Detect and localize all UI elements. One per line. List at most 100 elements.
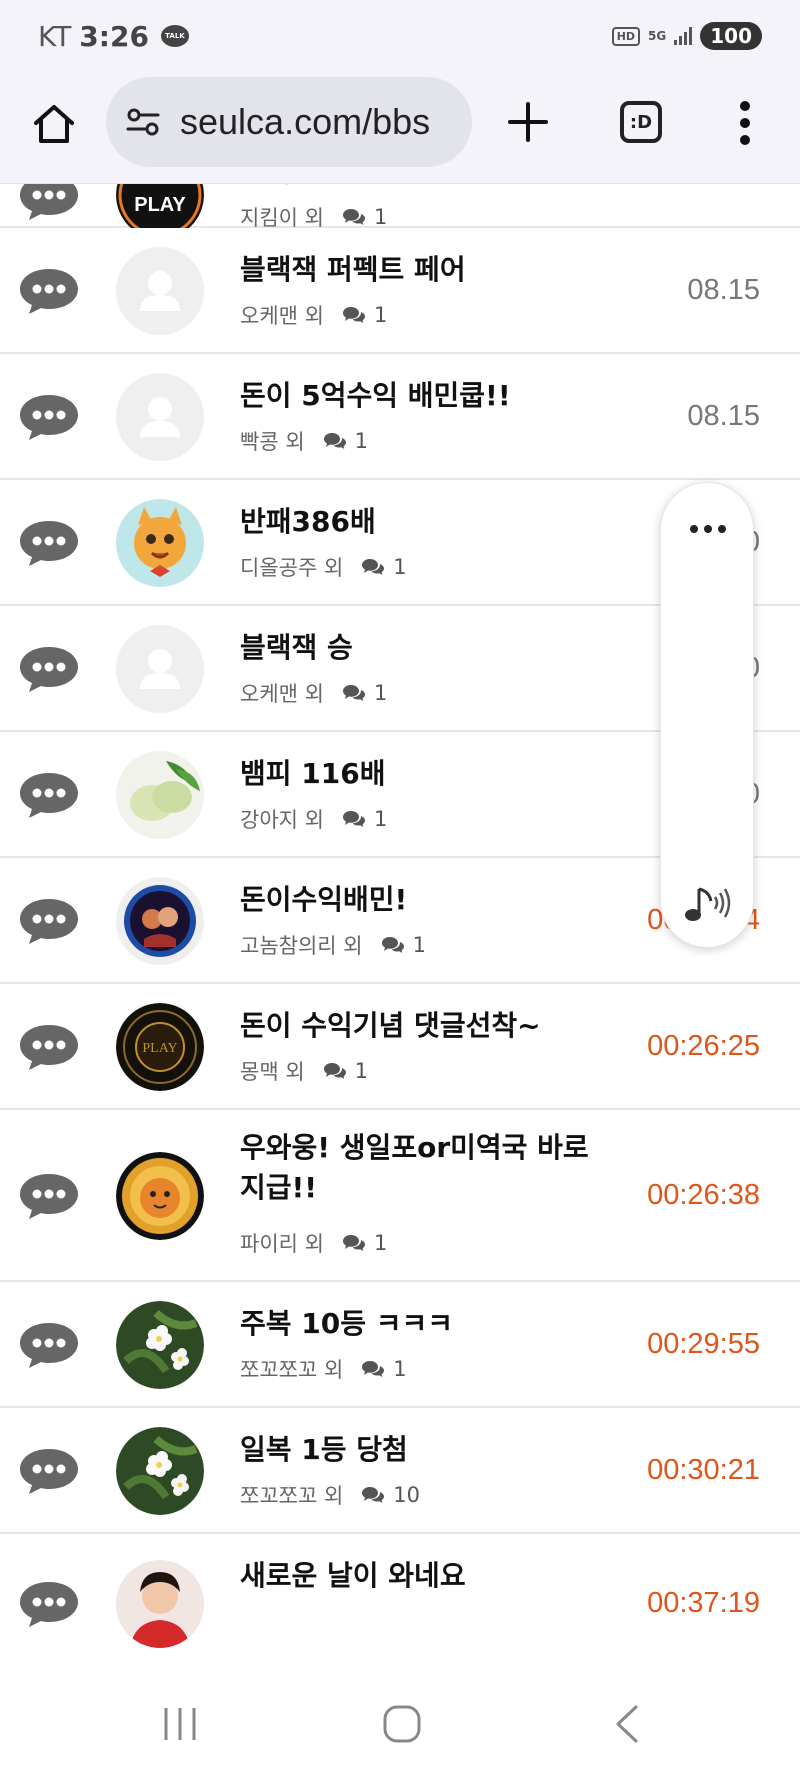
more-vert-icon[interactable] [735,100,755,146]
post-row[interactable]: 일복 1등 당첨쪼꼬쪼꼬 외 10 00:30:21 [0,1408,800,1534]
recent-apps-icon[interactable] [160,1706,200,1742]
comments-icon [323,431,347,451]
comment-count: 1 [354,1059,369,1083]
status-left: KT 3:26 TALK [38,20,189,53]
post-meta: 빡콩 외 1 [240,426,368,456]
avatar[interactable] [116,373,204,461]
post-row[interactable]: 돈이 5억수익 배민쿱!! 빡콩 외 1 08.15 [0,354,800,480]
comment-count: 1 [373,303,388,327]
post-title[interactable]: 돈이 5억수익 배민쿱!! [240,376,610,416]
new-tab-icon[interactable] [505,99,551,145]
post-row[interactable]: PLAY어서와☆지킴이 외108.15 [0,184,800,239]
post-title[interactable]: 돈이수익배민! [240,880,610,920]
post-title[interactable]: 반패386배 [240,502,610,542]
back-icon[interactable] [612,1704,642,1744]
comments-icon [342,809,366,829]
comments-icon [342,207,366,227]
avatar[interactable] [116,751,204,839]
url-text[interactable]: seulca.com/bbs [180,101,430,143]
clock: 3:26 [79,19,149,53]
post-title[interactable]: 우와웅! 생일포or미역국 바로 지급!! [240,1128,610,1208]
author-name: 강아지 외 [240,808,324,832]
tab-switcher-button[interactable]: :D [620,101,662,143]
avatar[interactable] [116,877,204,965]
post-title[interactable]: 블랙잭 승 [240,628,610,668]
comment-count: 1 [373,205,388,229]
post-meta: 오케맨 외 1 [240,678,387,708]
address-bar[interactable]: seulca.com/bbs [106,77,472,167]
comment-bubble-icon [17,896,81,946]
post-time: 00:26:25 [647,1030,760,1062]
post-time: 08.15 [687,184,760,187]
post-title[interactable]: 새로운 날이 와네요 [240,1556,610,1596]
site-settings-icon[interactable] [124,103,162,141]
comment-bubble-icon [17,184,81,222]
post-row[interactable]: 주복 10등 ㅋㅋㅋ 쪼꼬쪼꼬 외 1 00:29:55 [0,1282,800,1408]
home-icon[interactable] [32,102,76,146]
post-row[interactable]: 새로운 날이 와네요 00:37:19 [0,1534,800,1670]
comment-count: 1 [373,807,388,831]
svg-text:PLAY: PLAY [134,194,186,216]
post-row[interactable]: PLAY 돈이 수익기념 댓글선착~ 몽맥 외 1 00:26:25 [0,984,800,1110]
post-meta: 쪼꼬쪼꼬 외 10 [240,1480,420,1510]
author-name: 몽맥 외 [240,1060,305,1084]
comment-count: 1 [373,681,388,705]
comment-bubble-icon [17,266,81,316]
comment-bubble-icon [17,1579,81,1629]
system-navigation-bar [0,1670,800,1778]
author-name: 쪼꼬쪼꼬 외 [240,1484,344,1508]
avatar[interactable] [116,499,204,587]
author-name: 고놈참의리 외 [240,934,363,958]
comment-bubble-icon [17,770,81,820]
post-row[interactable]: 우와웅! 생일포or미역국 바로 지급!! 파이리 외 1 00:26:38 [0,1110,800,1282]
comments-icon [361,1359,385,1379]
avatar[interactable] [116,247,204,335]
post-title[interactable]: 돈이 수익기념 댓글선착~ [240,1006,610,1046]
post-title[interactable]: 주복 10등 ㅋㅋㅋ [240,1304,610,1344]
signal-strength-icon [674,27,693,45]
post-row[interactable]: 블랙잭 퍼펙트 페어오케맨 외 1 08.15 [0,228,800,354]
comment-bubble-icon [17,392,81,442]
post-title[interactable]: 뱀피 116배 [240,754,610,794]
avatar[interactable] [116,1301,204,1389]
more-horiz-icon[interactable] [689,523,727,535]
post-time: 08.15 [687,274,760,306]
post-title[interactable]: 블랙잭 퍼펙트 페어 [240,250,610,290]
hd-voice-icon: HD [611,26,641,46]
svg-text:PLAY: PLAY [142,1041,177,1056]
author-name: 파이리 외 [240,1232,324,1256]
status-right: HD 5G 100 [611,22,762,50]
carrier-label: KT [38,19,72,53]
comment-count: 1 [373,1231,388,1255]
post-title[interactable]: 일복 1등 당첨 [240,1430,610,1470]
comments-icon [323,1061,347,1081]
post-title[interactable]: 어서와☆ [240,184,610,192]
avatar[interactable] [116,625,204,713]
post-meta: 몽맥 외 1 [240,1056,368,1086]
post-meta: 고놈참의리 외 1 [240,930,426,960]
home-nav-icon[interactable] [382,1704,422,1744]
avatar[interactable] [116,1152,204,1240]
comment-count: 1 [393,1357,407,1381]
comment-count: 1 [412,933,426,957]
comment-count: 10 [393,1483,421,1507]
browser-toolbar: seulca.com/bbs :D [0,72,800,184]
battery-indicator: 100 [700,22,762,50]
sound-icon[interactable] [681,881,735,927]
comment-count: 1 [393,555,407,579]
avatar[interactable] [116,1560,204,1648]
post-time: 00:30:21 [647,1454,760,1486]
post-meta: 오케맨 외 1 [240,300,387,330]
post-time: 00:37:19 [647,1587,760,1619]
comment-bubble-icon [17,518,81,568]
post-meta: 디올공주 외 1 [240,552,407,582]
status-bar: KT 3:26 TALK HD 5G 100 [0,0,800,72]
kakaotalk-notification-icon: TALK [160,25,189,47]
floating-side-panel[interactable] [660,482,754,948]
avatar[interactable] [116,1427,204,1515]
comment-bubble-icon [17,1022,81,1072]
post-meta: 강아지 외 1 [240,804,387,834]
network-5g-icon: 5G [648,29,667,43]
author-name: 빡콩 외 [240,430,305,454]
avatar[interactable]: PLAY [116,1003,204,1091]
